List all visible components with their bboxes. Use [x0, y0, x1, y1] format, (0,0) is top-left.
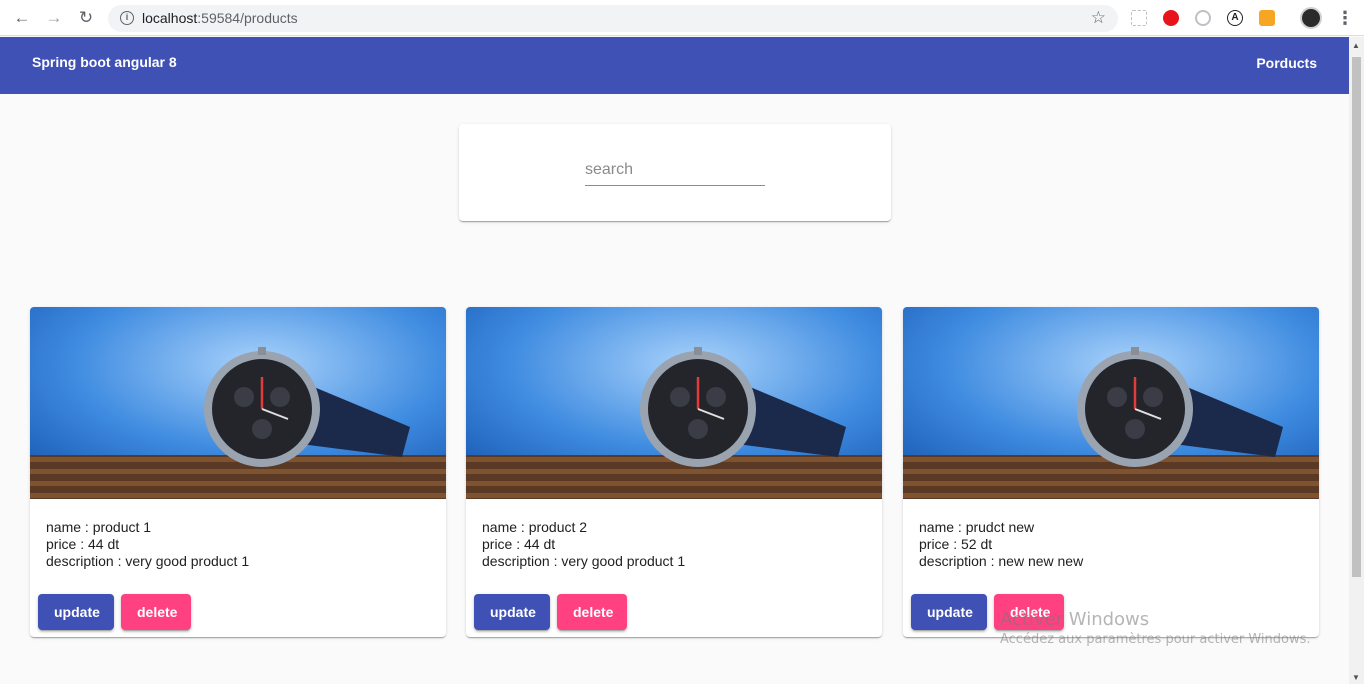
nav-link-products[interactable]: Porducts [1256, 55, 1317, 71]
info-icon[interactable]: i [120, 11, 134, 25]
product-details: name : product 1 price : 44 dt descripti… [46, 519, 249, 570]
update-button[interactable]: update [911, 594, 987, 630]
product-image [466, 307, 882, 499]
update-button[interactable]: update [474, 594, 550, 630]
delete-button[interactable]: delete [121, 594, 191, 630]
browser-menu-icon[interactable]: ⋮ [1336, 8, 1354, 28]
product-name: name : product 1 [46, 519, 152, 535]
search-input[interactable] [585, 158, 765, 186]
extension-icon[interactable] [1163, 10, 1179, 26]
product-description: description : new new new [919, 553, 1084, 569]
product-description: description : very good product 1 [482, 553, 686, 569]
product-name: name : product 2 [482, 519, 588, 535]
product-image [30, 307, 446, 499]
product-card: name : product 2 price : 44 dt descripti… [466, 307, 882, 637]
page-scrollbar[interactable]: ▲ ▼ [1349, 37, 1364, 684]
product-description: description : very good product 1 [46, 553, 250, 569]
product-name: name : prudct new [919, 519, 1035, 535]
watermark-title: Activer Windows [1000, 609, 1150, 630]
product-card: name : product 1 price : 44 dt descripti… [30, 307, 446, 637]
product-price: price : 52 dt [919, 536, 993, 552]
watermark-subtitle: Accédez aux paramètres pour activer Wind… [1000, 632, 1311, 647]
delete-button[interactable]: delete [557, 594, 627, 630]
address-bar[interactable]: i localhost:59584/products ☆ [108, 5, 1118, 32]
product-image [903, 307, 1319, 499]
windows-activation-watermark: Activer Windows Accédez aux paramètres p… [1000, 609, 1311, 647]
app-toolbar: Spring boot angular 8 Porducts [0, 37, 1349, 94]
reload-icon[interactable]: ↻ [76, 8, 96, 28]
browser-toolbar: ← → ↻ i localhost:59584/products ☆ A ⋮ [0, 0, 1364, 36]
product-card: name : prudct new price : 52 dt descript… [903, 307, 1319, 637]
scroll-down-icon[interactable]: ▼ [1352, 673, 1360, 682]
product-price: price : 44 dt [482, 536, 556, 552]
update-button[interactable]: update [38, 594, 114, 630]
extension-icon[interactable] [1259, 10, 1275, 26]
app-title: Spring boot angular 8 [32, 54, 177, 70]
forward-icon[interactable]: → [44, 8, 64, 28]
extension-icon[interactable] [1195, 10, 1211, 26]
star-icon[interactable]: ☆ [1091, 8, 1106, 28]
product-details: name : prudct new price : 52 dt descript… [919, 519, 1083, 570]
extension-icon[interactable] [1131, 10, 1147, 26]
scroll-thumb[interactable] [1352, 57, 1361, 577]
profile-avatar[interactable] [1300, 7, 1322, 29]
url-text[interactable]: localhost:59584/products [142, 10, 298, 26]
product-details: name : product 2 price : 44 dt descripti… [482, 519, 685, 570]
product-price: price : 44 dt [46, 536, 120, 552]
back-icon[interactable]: ← [12, 8, 32, 28]
scroll-up-icon[interactable]: ▲ [1352, 41, 1360, 50]
extension-icon[interactable]: A [1227, 10, 1243, 26]
search-card [459, 124, 891, 221]
